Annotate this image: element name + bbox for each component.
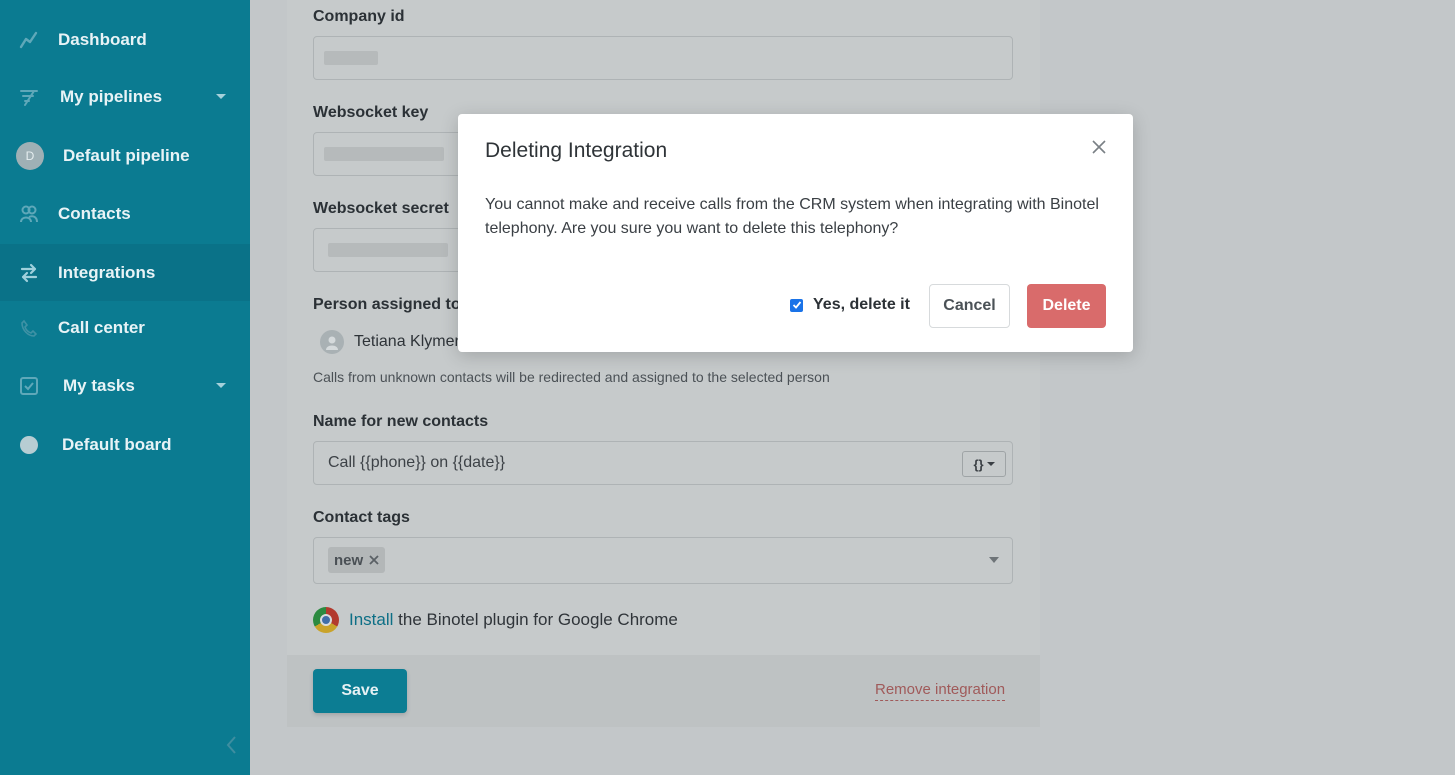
websocket-secret-label: Websocket secret [313, 200, 449, 217]
contact-tags-select[interactable]: new [313, 537, 1013, 584]
checkbox-checked-icon[interactable] [790, 298, 803, 312]
sidebar-item-label: Dashboard [58, 29, 147, 49]
tag-chip: new [328, 547, 386, 573]
sidebar-item-label: My tasks [63, 375, 135, 395]
websocket-key-label: Websocket key [313, 104, 429, 121]
modal-body-text: You cannot make and receive calls from t… [485, 196, 1099, 237]
phone-icon [18, 317, 40, 339]
sidebar-item-label: Default board [62, 434, 172, 454]
company-id-input[interactable] [313, 36, 1013, 80]
person-select[interactable]: Tetiana Klymen [320, 330, 463, 354]
masked-value [324, 51, 378, 65]
sidebar-item-label: My pipelines [60, 86, 163, 106]
confirm-delete-checkbox[interactable]: Yes, delete it [790, 296, 910, 314]
avatar: D [15, 141, 45, 171]
sidebar: Dashboard My pipelines D Default pipelin… [0, 0, 250, 775]
delete-button[interactable]: Delete [1027, 284, 1106, 328]
variables-button[interactable]: {} [962, 451, 1006, 477]
users-icon [18, 203, 40, 225]
sidebar-item-label: Integrations [58, 262, 156, 282]
sidebar-item-dashboard[interactable]: Dashboard [0, 11, 250, 68]
chevron-down-icon[interactable] [216, 383, 226, 388]
sidebar-item-label: Contacts [58, 203, 131, 223]
person-name: Tetiana Klymen [354, 333, 464, 350]
chevron-down-icon[interactable] [989, 557, 999, 563]
name-new-contacts-input[interactable]: Call {{phone}} on {{date}} {} [313, 441, 1013, 485]
modal-title: Deleting Integration [485, 139, 668, 162]
chevron-down-icon [986, 462, 995, 466]
sidebar-item-label: Call center [58, 317, 145, 337]
sidebar-item-my-pipelines[interactable]: My pipelines [0, 68, 250, 125]
checkbox-icon [18, 375, 40, 397]
remove-integration-link[interactable]: Remove integration [875, 681, 1006, 701]
circle-icon [18, 434, 40, 456]
sidebar-item-call-center[interactable]: Call center [0, 299, 250, 356]
chevron-left-icon[interactable] [224, 734, 240, 756]
sidebar-item-default-pipeline[interactable]: D Default pipeline [0, 127, 250, 184]
delete-integration-modal: Deleting Integration You cannot make and… [458, 114, 1133, 352]
chrome-plugin-row: Install the Binotel plugin for Google Ch… [313, 607, 678, 633]
plugin-text: the Binotel plugin for Google Chrome [398, 610, 678, 629]
person-assigned-label: Person assigned to [313, 296, 461, 313]
sidebar-item-label: Default pipeline [63, 145, 190, 165]
cancel-button[interactable]: Cancel [929, 284, 1010, 328]
person-helper-text: Calls from unknown contacts will be redi… [313, 369, 830, 385]
contact-tags-label: Contact tags [313, 509, 410, 526]
avatar [320, 330, 344, 354]
save-button[interactable]: Save [313, 669, 407, 713]
sidebar-item-my-tasks[interactable]: My tasks [0, 357, 250, 414]
close-icon[interactable] [1090, 138, 1108, 156]
sidebar-item-default-board[interactable]: Default board [0, 416, 250, 473]
company-id-label: Company id [313, 8, 405, 25]
install-plugin-link[interactable]: Install [349, 610, 393, 629]
masked-value [328, 243, 448, 257]
chart-line-icon [18, 29, 40, 51]
input-value: Call {{phone}} on {{date}} [328, 454, 506, 471]
arrows-exchange-icon [18, 262, 40, 284]
sidebar-item-contacts[interactable]: Contacts [0, 185, 250, 242]
masked-value [324, 147, 444, 161]
sidebar-item-integrations[interactable]: Integrations [0, 244, 250, 301]
funnel-icon [18, 86, 40, 108]
name-new-contacts-label: Name for new contacts [313, 413, 489, 430]
chevron-down-icon[interactable] [216, 94, 226, 99]
close-icon[interactable] [369, 555, 379, 565]
chrome-icon [313, 607, 339, 633]
